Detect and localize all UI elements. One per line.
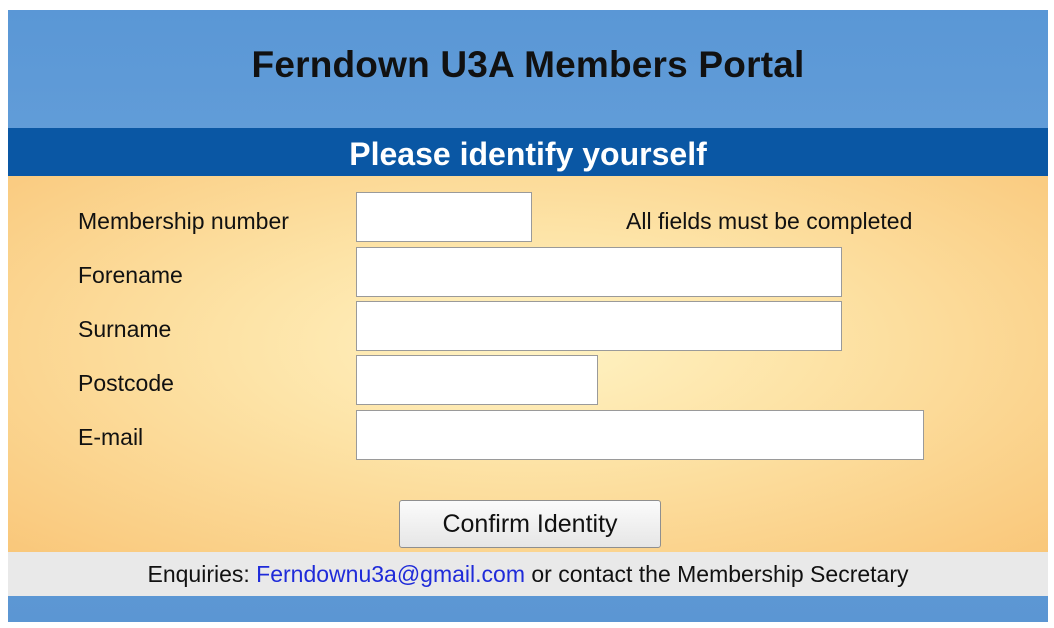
membership-number-input[interactable] xyxy=(356,192,532,242)
email-label: E-mail xyxy=(78,424,144,450)
enquiries-prefix: Enquiries: xyxy=(147,561,257,587)
page-title: Ferndown U3A Members Portal xyxy=(251,44,805,85)
surname-label: Surname xyxy=(78,316,172,342)
required-fields-note: All fields must be completed xyxy=(626,208,913,234)
email-input[interactable] xyxy=(356,410,924,460)
membership-number-label: Membership number xyxy=(78,208,289,234)
identify-banner: Please identify yourself xyxy=(8,128,1048,176)
page: Ferndown U3A Members Portal Please ident… xyxy=(0,0,1054,628)
enquiries-email-link[interactable]: Ferndownu3a@gmail.com xyxy=(256,561,525,587)
enquiries-suffix: or contact the Membership Secretary xyxy=(524,561,909,587)
surname-input[interactable] xyxy=(356,301,842,351)
identity-form: Membership number All fields must be com… xyxy=(8,176,1048,552)
postcode-input[interactable] xyxy=(356,355,598,405)
postcode-label: Postcode xyxy=(78,370,174,396)
forename-input[interactable] xyxy=(356,247,842,297)
confirm-identity-button[interactable]: Confirm Identity xyxy=(399,500,661,548)
members-portal: Ferndown U3A Members Portal Please ident… xyxy=(8,10,1048,622)
forename-label: Forename xyxy=(78,262,183,288)
enquiries-footer: Enquiries: Ferndownu3a@gmail.com or cont… xyxy=(8,552,1048,596)
